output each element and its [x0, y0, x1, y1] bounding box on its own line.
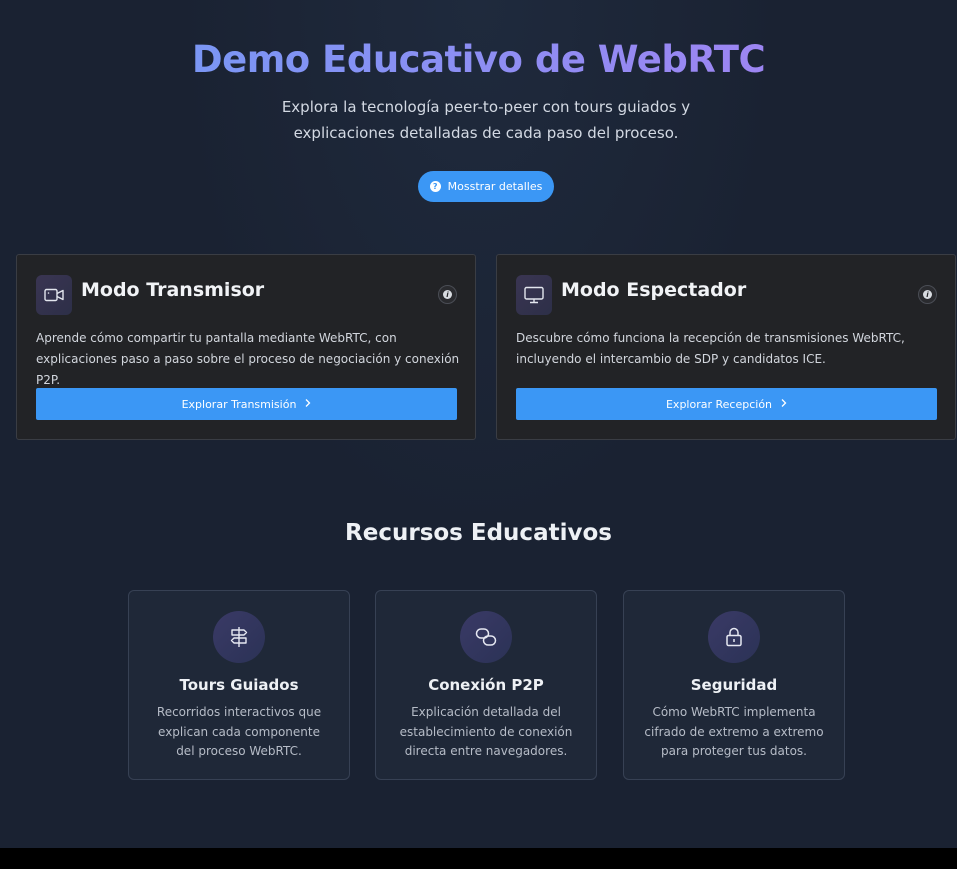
viewer-mode-card: Modo Espectador i Descubre cómo funciona…: [496, 254, 956, 440]
info-icon: i: [923, 290, 932, 299]
viewer-mode-title: Modo Espectador: [561, 279, 747, 301]
transmitter-mode-card: Modo Transmisor i Aprende cómo compartir…: [16, 254, 476, 440]
resource-title-tours: Tours Guiados: [179, 676, 299, 694]
transmitter-info-button[interactable]: i: [438, 285, 457, 304]
transmitter-mode-description: Aprende cómo compartir tu pantalla media…: [36, 331, 460, 387]
resource-card-security: Seguridad Cómo WebRTC implementa cifrado…: [623, 590, 845, 780]
resource-description-security: Cómo WebRTC implementa cifrado de extrem…: [644, 705, 824, 758]
video-camera-icon: [36, 275, 72, 315]
monitor-icon: [516, 275, 552, 315]
chevron-right-icon: [304, 398, 311, 411]
resource-card-p2p: Conexión P2P Explicación detallada del e…: [375, 590, 597, 780]
show-details-label: Mosstrar detalles: [447, 180, 543, 193]
link-icon: [460, 611, 512, 663]
show-details-button[interactable]: ? Mosstrar detalles: [418, 171, 554, 202]
transmitter-mode-title: Modo Transmisor: [81, 279, 265, 301]
explore-transmission-label: Explorar Transmisión: [181, 397, 297, 411]
page-title: Demo Educativo de WebRTC: [0, 38, 957, 81]
resources-section-title: Recursos Educativos: [345, 520, 612, 546]
signpost-icon: [213, 611, 265, 663]
info-icon: i: [443, 290, 452, 299]
resource-title-p2p: Conexión P2P: [428, 676, 544, 694]
resource-title-security: Seguridad: [690, 676, 778, 694]
resource-description-p2p: Explicación detallada del establecimient…: [399, 705, 573, 758]
viewer-mode-description: Descubre cómo funciona la recepción de t…: [516, 331, 905, 366]
chevron-right-icon: [780, 398, 787, 411]
explore-transmission-button[interactable]: Explorar Transmisión: [36, 388, 457, 420]
viewer-info-button[interactable]: i: [918, 285, 937, 304]
help-icon: ?: [429, 181, 441, 192]
page-subtitle: Explora la tecnología peer-to-peer con t…: [281, 98, 691, 142]
page-background: Demo Educativo de WebRTC Explora la tecn…: [0, 0, 957, 848]
explore-reception-button[interactable]: Explorar Recepción: [516, 388, 937, 420]
resource-description-tours: Recorridos interactivos que explican cad…: [156, 705, 322, 758]
explore-reception-label: Explorar Recepción: [665, 397, 773, 411]
resource-card-tours: Tours Guiados Recorridos interactivos qu…: [128, 590, 350, 780]
bottom-bar: [0, 848, 957, 869]
lock-icon: [708, 611, 760, 663]
